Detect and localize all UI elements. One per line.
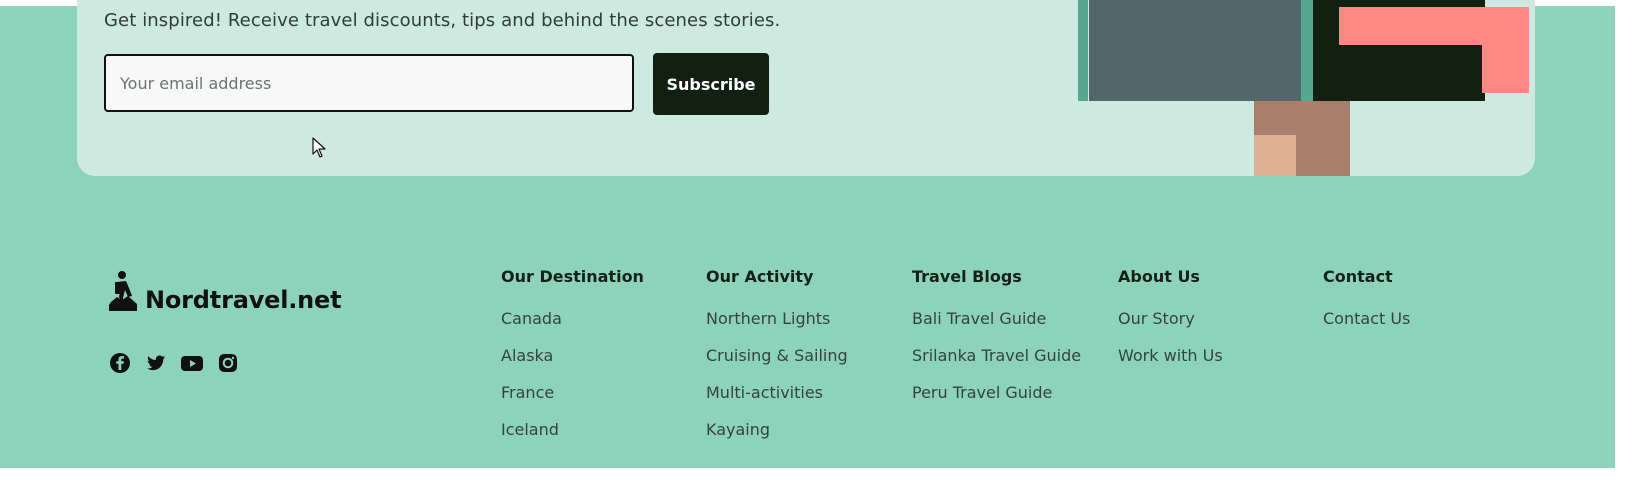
illustration-green-accent xyxy=(1078,0,1088,101)
footer-link-work-with-us[interactable]: Work with Us xyxy=(1118,346,1223,366)
footer-link-multi-activities[interactable]: Multi-activities xyxy=(706,383,823,403)
footer-link-canada[interactable]: Canada xyxy=(501,309,562,329)
instagram-icon xyxy=(219,354,237,372)
mouse-cursor-icon xyxy=(312,137,326,158)
twitter-icon xyxy=(147,355,165,371)
footer-column-our-destination: Our Destination Canada Alaska France Ice… xyxy=(501,267,691,439)
illustration-pink-block-right xyxy=(1482,45,1529,93)
social-links xyxy=(109,352,239,376)
hiker-logo-icon xyxy=(109,271,137,311)
footer-heading-our-destination: Our Destination xyxy=(501,267,644,286)
illustration-tan-block xyxy=(1254,135,1296,176)
footer-heading-our-activity: Our Activity xyxy=(706,267,814,286)
illustration-pink-block-top xyxy=(1339,7,1529,45)
footer-link-our-story[interactable]: Our Story xyxy=(1118,309,1195,329)
illustration-green-gap xyxy=(1301,0,1313,101)
subscribe-button[interactable]: Subscribe xyxy=(653,53,769,115)
footer-column-our-activity: Our Activity Northern Lights Cruising & … xyxy=(706,267,896,439)
footer-heading-contact: Contact xyxy=(1323,267,1393,286)
brand-logo[interactable]: Nordtravel.net xyxy=(108,270,358,320)
newsletter-message: Get inspired! Receive travel discounts, … xyxy=(104,10,781,31)
footer-link-northern-lights[interactable]: Northern Lights xyxy=(706,309,830,329)
youtube-icon xyxy=(181,356,203,371)
illustration-slate-block xyxy=(1089,0,1301,101)
instagram-icon[interactable] xyxy=(217,352,239,374)
email-input[interactable] xyxy=(104,54,634,112)
bottom-page-edge xyxy=(0,468,1635,483)
page-scrollbar[interactable] xyxy=(1615,0,1635,468)
twitter-icon[interactable] xyxy=(145,352,167,374)
footer-link-peru-travel-guide[interactable]: Peru Travel Guide xyxy=(912,383,1052,403)
youtube-icon[interactable] xyxy=(180,352,203,374)
footer-link-srilanka-travel-guide[interactable]: Srilanka Travel Guide xyxy=(912,346,1081,366)
footer-link-bali-travel-guide[interactable]: Bali Travel Guide xyxy=(912,309,1046,329)
newsletter-illustration xyxy=(1078,0,1535,176)
footer-column-contact: Contact Contact Us xyxy=(1323,267,1513,328)
footer-link-iceland[interactable]: Iceland xyxy=(501,420,559,440)
footer-column-travel-blogs: Travel Blogs Bali Travel Guide Srilanka … xyxy=(912,267,1102,402)
footer-heading-about-us: About Us xyxy=(1118,267,1200,286)
brand-name: Nordtravel.net xyxy=(145,286,342,314)
footer-column-about-us: About Us Our Story Work with Us xyxy=(1118,267,1308,365)
footer-page: Get inspired! Receive travel discounts, … xyxy=(0,0,1635,483)
footer-heading-travel-blogs: Travel Blogs xyxy=(912,267,1022,286)
footer-link-kayaing[interactable]: Kayaing xyxy=(706,420,770,440)
facebook-icon[interactable] xyxy=(109,352,131,374)
newsletter-panel: Get inspired! Receive travel discounts, … xyxy=(77,0,1535,176)
footer-link-alaska[interactable]: Alaska xyxy=(501,346,553,366)
footer-link-contact-us[interactable]: Contact Us xyxy=(1323,309,1410,329)
footer-link-cruising-sailing[interactable]: Cruising & Sailing xyxy=(706,346,848,366)
footer-link-france[interactable]: France xyxy=(501,383,554,403)
facebook-icon xyxy=(110,353,130,373)
